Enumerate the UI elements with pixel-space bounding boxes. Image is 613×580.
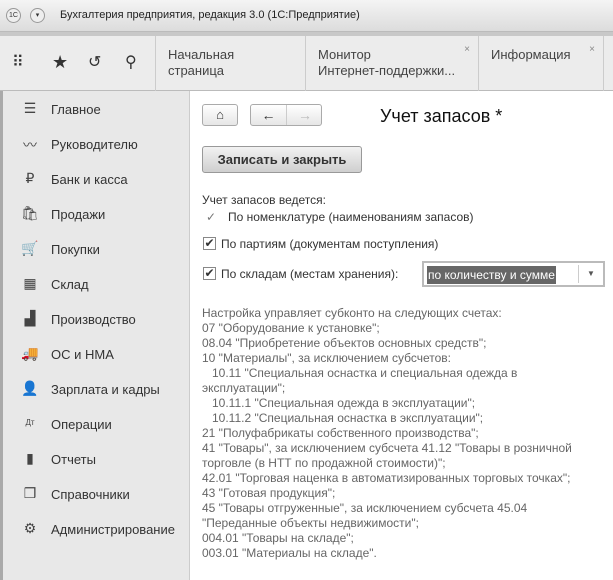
home-button[interactable]: ⌂	[202, 104, 238, 126]
sidebar-item-label: Администрирование	[51, 522, 175, 537]
sidebar-item-label: Руководителю	[51, 137, 138, 152]
tab-home[interactable]: Начальная страница	[155, 36, 305, 91]
save-and-close-button[interactable]: Записать и закрыть	[202, 146, 362, 173]
title-bar: 1С ▾ Бухгалтерия предприятия, редакция 3…	[0, 0, 613, 32]
menu-lines-icon: ☰	[23, 100, 37, 116]
tab-info[interactable]: Информация ×	[478, 36, 604, 91]
warehouse-icon: ▦	[23, 275, 37, 291]
sidebar-item-label: Покупки	[51, 242, 100, 257]
sidebar-item[interactable]: 🛍 Продажи	[3, 199, 190, 229]
sidebar-item-label: Главное	[51, 102, 101, 117]
note-line: 42.01 "Торговая наценка в автоматизирова…	[202, 471, 571, 485]
search-icon[interactable]: ⚲	[125, 52, 137, 72]
accounts-note: Настройка управляет субконто на следующи…	[202, 306, 602, 561]
window-title: Бухгалтерия предприятия, редакция 3.0 (1…	[60, 9, 360, 21]
sidebar-item[interactable]: ▟ Производство	[3, 304, 190, 334]
sidebar-item-label: Операции	[51, 417, 112, 432]
back-button[interactable]: ←	[251, 105, 287, 125]
note-line: "Переданные объекты недвижимости";	[202, 516, 419, 530]
books-icon: ❒	[23, 485, 37, 501]
warehouse-mode-select[interactable]: по количеству и сумме ▼	[422, 261, 605, 287]
note-line: 07 "Оборудование к установке";	[202, 321, 380, 335]
apps-grid-icon[interactable]: ⠿	[12, 52, 24, 72]
sidebar-item[interactable]: ▮ Отчеты	[3, 444, 190, 474]
history-icon[interactable]: ↺	[88, 52, 101, 72]
by-warehouses-label: По складам (местам хранения):	[221, 267, 399, 281]
warehouse-mode-value: по количеству и сумме	[427, 266, 556, 284]
sidebar-item-label: Склад	[51, 277, 89, 292]
tab-label: Начальная страница	[168, 47, 235, 78]
tab-label: Информация	[491, 47, 571, 62]
note-line: 08.04 "Приобретение объектов основных ср…	[202, 336, 487, 350]
ruble-icon: ₽	[25, 170, 35, 186]
close-icon[interactable]: ×	[464, 42, 470, 58]
note-line: 10.11.1 "Специальная одежда в эксплуатац…	[202, 396, 476, 410]
sidebar-item-label: Продажи	[51, 207, 106, 222]
by-batches-label: По партиям (документам поступления)	[221, 237, 439, 251]
sidebar-item-label: Зарплата и кадры	[51, 382, 160, 397]
chevron-down-icon[interactable]: ▼	[578, 265, 603, 283]
note-line: торговле (в НТТ по продажной стоимости)"…	[202, 456, 446, 470]
sidebar-item[interactable]: ⚙ Администрирование	[3, 514, 190, 544]
sidebar-item[interactable]: 👤 Зарплата и кадры	[3, 374, 190, 404]
note-line: 21 "Полуфабрикаты собственного производс…	[202, 426, 479, 440]
tab-monitor[interactable]: Монитор Интернет-поддержки... ×	[305, 36, 478, 91]
page-title: Учет запасов *	[380, 106, 503, 126]
truck-icon: 🚚	[21, 345, 39, 361]
sidebar-item-label: Банк и касса	[51, 172, 128, 187]
note-line: 45 "Товары отгруженные", за исключением …	[202, 501, 528, 515]
shopping-bag-icon: 🛍	[21, 205, 39, 221]
nav-buttons: ← →	[250, 104, 322, 126]
sidebar-item[interactable]: 🚚 ОС и НМА	[3, 339, 190, 369]
sidebar-item[interactable]: 🛒 Покупки	[3, 234, 190, 264]
trend-icon: 〰	[23, 137, 37, 153]
sidebar-item-label: Производство	[51, 312, 136, 327]
sidebar-item[interactable]: Дт Операции	[3, 409, 190, 439]
main-menu-dropdown-icon[interactable]: ▾	[30, 8, 45, 23]
1c-logo-icon: 1С	[6, 8, 21, 23]
note-line: 004.01 "Товары на складе";	[202, 531, 354, 545]
sidebar-item[interactable]: ▦ Склад	[3, 269, 190, 299]
sidebar-item[interactable]: ❒ Справочники	[3, 479, 190, 509]
factory-icon: ▟	[24, 310, 36, 326]
sidebar-item-label: Справочники	[51, 487, 130, 502]
check-icon: ✓	[206, 210, 217, 224]
note-line: эксплуатации";	[202, 381, 286, 395]
note-line: 10.11.2 "Специальная оснастка в эксплуат…	[202, 411, 484, 425]
sidebar-item-label: Отчеты	[51, 452, 96, 467]
note-line: 43 "Готовая продукция";	[202, 486, 336, 500]
note-line: 003.01 "Материалы на складе".	[202, 546, 377, 560]
sidebar-item[interactable]: 〰 Руководителю	[3, 129, 190, 159]
note-line: Настройка управляет субконто на следующи…	[202, 306, 502, 320]
bar-chart-icon: ▮	[26, 450, 34, 466]
person-icon: 👤	[21, 380, 39, 396]
close-icon[interactable]: ×	[589, 42, 595, 58]
cart-icon: 🛒	[21, 240, 39, 256]
sidebar-item-label: ОС и НМА	[51, 347, 114, 362]
star-icon[interactable]: ★	[52, 52, 68, 73]
toolbar: ⠿ ★ ↺ ⚲ Начальная страница Монитор Интер…	[0, 36, 613, 91]
by-warehouses-checkbox[interactable]: ✔	[203, 267, 216, 280]
sidebar-item[interactable]: ₽ Банк и касса	[3, 164, 190, 194]
debit-credit-icon: Дт	[25, 418, 35, 427]
mode-label: Учет запасов ведется:	[202, 193, 326, 207]
by-nomenclature-label: По номенклатуре (наименованиям запасов)	[228, 210, 474, 224]
sidebar: ☰ Главное 〰 Руководителю ₽ Банк и касса 🛍 Прода…	[0, 91, 190, 580]
home-icon: ⌂	[216, 107, 224, 122]
note-line: 10 "Материалы", за исключением субсчетов…	[202, 351, 451, 365]
gear-icon: ⚙	[23, 520, 37, 536]
note-line: 41 "Товары", за исключением субсчета 41.…	[202, 441, 572, 455]
note-line: 10.11 "Специальная оснастка и специальна…	[202, 366, 518, 380]
forward-button[interactable]: →	[287, 105, 323, 125]
tab-label: Монитор Интернет-поддержки...	[318, 47, 456, 78]
sidebar-item[interactable]: ☰ Главное	[3, 94, 190, 124]
by-batches-checkbox[interactable]: ✔	[203, 237, 216, 250]
